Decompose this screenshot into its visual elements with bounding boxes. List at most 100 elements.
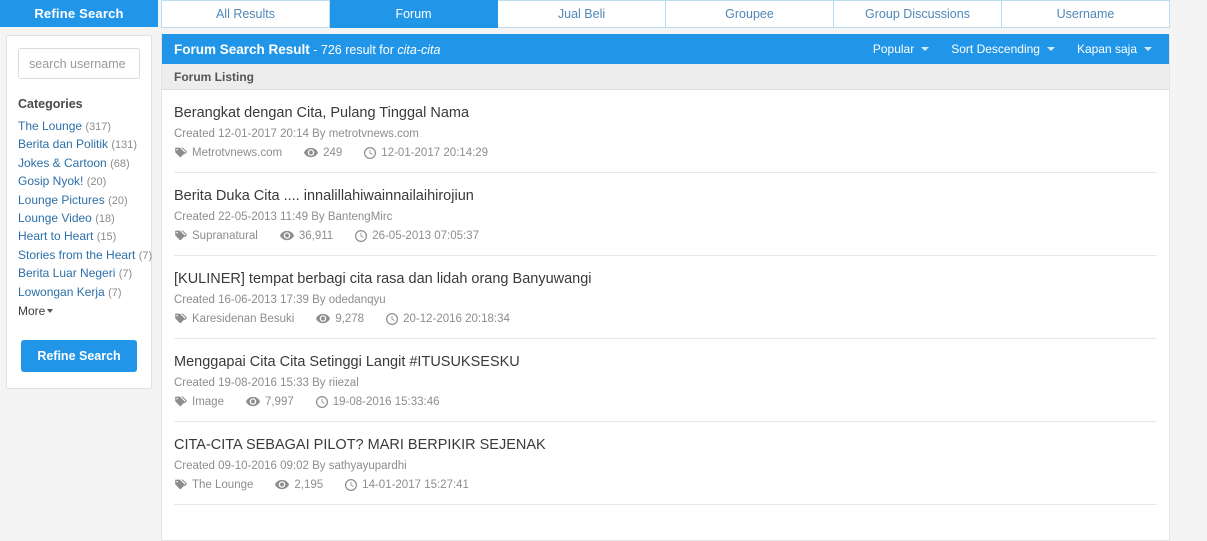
search-username-input[interactable] xyxy=(18,48,140,79)
category-link[interactable]: Gosip Nyok! xyxy=(18,174,83,188)
result-title[interactable]: CITA-CITA SEBAGAI PILOT? MARI BERPIKIR S… xyxy=(174,436,1157,455)
category-item[interactable]: Lounge Pictures (20) xyxy=(18,192,140,210)
clock-icon xyxy=(386,312,399,325)
eye-icon xyxy=(304,147,319,158)
eye-icon xyxy=(279,230,294,241)
tab-jual-beli[interactable]: Jual Beli xyxy=(498,0,666,28)
result-timestamp-value: 12-01-2017 20:14:29 xyxy=(381,146,489,159)
result-timestamp-value: 26-05-2013 07:05:37 xyxy=(372,229,479,242)
category-item[interactable]: The Lounge (317) xyxy=(18,118,140,136)
result-created: Created 16-06-2013 17:39 By odedanqyu xyxy=(174,294,386,306)
result-row[interactable]: Menggapai Cita Cita Setinggi Langit #ITU… xyxy=(174,339,1157,422)
result-row[interactable]: CITA-CITA SEBAGAI PILOT? MARI BERPIKIR S… xyxy=(174,422,1157,505)
result-views-count: 2,195 xyxy=(294,478,324,491)
result-tag[interactable]: Supranatural xyxy=(174,229,258,242)
results-panel: Forum Search Result - 726 result for cit… xyxy=(161,34,1170,541)
category-link[interactable]: Lounge Pictures xyxy=(18,193,105,207)
category-count: (68) xyxy=(110,157,130,170)
tab-all-results[interactable]: All Results xyxy=(161,0,330,28)
result-meta: Supranatural 36,911 26-05-2013 07:05:37 xyxy=(174,229,1157,242)
result-tag[interactable]: Metrotvnews.com xyxy=(174,146,282,159)
results-search-term: cita-cita xyxy=(397,42,441,57)
tag-icon xyxy=(175,479,187,490)
result-views: 249 xyxy=(304,146,342,159)
tab-username[interactable]: Username xyxy=(1002,0,1170,28)
category-item[interactable]: Heart to Heart (15) xyxy=(18,228,140,246)
category-item[interactable]: Lowongan Kerja (7) xyxy=(18,284,140,302)
result-tag-label: Supranatural xyxy=(192,229,258,242)
result-timestamp: 26-05-2013 07:05:37 xyxy=(355,229,479,242)
dropdown-popular[interactable]: Popular xyxy=(862,42,940,56)
result-tag-label: Image xyxy=(192,395,224,408)
result-tag[interactable]: Karesidenan Besuki xyxy=(174,312,294,325)
category-link[interactable]: Jokes & Cartoon xyxy=(18,156,107,170)
result-title[interactable]: Berita Duka Cita .... innalillahiwainnai… xyxy=(174,187,1157,206)
category-item[interactable]: Berita Luar Negeri (7) xyxy=(18,265,140,283)
category-link[interactable]: Lowongan Kerja xyxy=(18,285,105,299)
result-timestamp-value: 14-01-2017 15:27:41 xyxy=(362,478,469,491)
category-item[interactable]: Lounge Video (18) xyxy=(18,210,140,228)
dropdown-time-range-label: Kapan saja xyxy=(1076,42,1137,56)
category-item[interactable]: Gosip Nyok! (20) xyxy=(18,173,140,191)
category-count: (317) xyxy=(85,121,112,133)
clock-icon xyxy=(345,478,358,491)
tab-groupee[interactable]: Groupee xyxy=(666,0,834,28)
result-timestamp-value: 19-08-2016 15:33:46 xyxy=(332,395,440,408)
chevron-down-icon xyxy=(1046,47,1055,51)
category-item[interactable]: Berita dan Politik (131) xyxy=(18,136,140,154)
result-title[interactable]: Menggapai Cita Cita Setinggi Langit #ITU… xyxy=(174,353,1157,372)
eye-icon xyxy=(275,479,290,490)
tag-icon xyxy=(175,396,187,407)
results-header-bar: Forum Search Result - 726 result for cit… xyxy=(162,34,1169,64)
category-link[interactable]: Berita Luar Negeri xyxy=(18,266,115,280)
category-item[interactable]: Stories from the Heart (7) xyxy=(18,247,152,265)
result-row[interactable]: Berangkat dengan Cita, Pulang Tinggal Na… xyxy=(174,90,1157,173)
result-row[interactable]: [KULINER] tempat berbagi cita rasa dan l… xyxy=(174,256,1157,339)
category-link[interactable]: Heart to Heart xyxy=(18,229,93,243)
result-timestamp: 14-01-2017 15:27:41 xyxy=(345,478,469,491)
dropdown-time-range[interactable]: Kapan saja xyxy=(1066,42,1163,56)
result-meta: Karesidenan Besuki 9,278 20-12-2016 20:1… xyxy=(174,312,1157,325)
result-title[interactable]: [KULINER] tempat berbagi cita rasa dan l… xyxy=(174,270,1157,289)
results-list: Berangkat dengan Cita, Pulang Tinggal Na… xyxy=(162,90,1169,505)
tag-icon xyxy=(175,147,187,158)
forum-listing-bar: Forum Listing xyxy=(162,64,1169,90)
category-count: (7) xyxy=(138,249,153,262)
refine-search-button[interactable]: Refine Search xyxy=(21,340,137,373)
dropdown-sort-order[interactable]: Sort Descending xyxy=(940,42,1066,56)
result-views: 9,278 xyxy=(316,312,364,325)
result-views: 2,195 xyxy=(275,478,323,491)
result-created: Created 19-08-2016 15:33 By riiezal xyxy=(174,377,359,389)
category-item[interactable]: Jokes & Cartoon (68) xyxy=(18,155,140,173)
category-link[interactable]: Berita dan Politik xyxy=(18,137,108,151)
categories-heading: Categories xyxy=(18,97,83,111)
more-label[interactable]: More xyxy=(18,303,45,320)
result-views-count: 7,997 xyxy=(264,395,294,408)
eye-icon xyxy=(316,313,331,324)
result-timestamp-value: 20-12-2016 20:18:34 xyxy=(403,312,510,325)
clock-icon xyxy=(355,229,368,242)
result-created: Created 09-10-2016 09:02 By sathyayupard… xyxy=(174,460,407,472)
result-tag-label: The Lounge xyxy=(192,478,254,491)
category-link[interactable]: Stories from the Heart xyxy=(18,248,135,262)
category-count: (20) xyxy=(86,176,107,189)
result-timestamp: 20-12-2016 20:18:34 xyxy=(386,312,510,325)
result-meta: Metrotvnews.com 249 12-01-2017 20:14:29 xyxy=(174,146,1157,159)
result-created: Created 22-05-2013 11:49 By BantengMirc xyxy=(174,211,393,223)
sidebar-header: Refine Search xyxy=(0,0,158,27)
result-timestamp: 19-08-2016 15:33:46 xyxy=(315,395,440,408)
dropdown-sort-order-label: Sort Descending xyxy=(951,42,1040,56)
tab-group-discussions[interactable]: Group Discussions xyxy=(834,0,1002,28)
result-views-count: 36,911 xyxy=(298,229,334,242)
result-title[interactable]: Berangkat dengan Cita, Pulang Tinggal Na… xyxy=(174,104,1157,123)
results-summary: Forum Search Result - 726 result for cit… xyxy=(174,42,440,57)
search-results-page: Refine Search Categories The Lounge (317… xyxy=(0,0,1207,541)
result-tag[interactable]: Image xyxy=(174,395,224,408)
result-row[interactable]: Berita Duka Cita .... innalillahiwainnai… xyxy=(174,173,1157,256)
categories-list: The Lounge (317) Berita dan Politik (131… xyxy=(18,118,152,320)
category-link[interactable]: Lounge Video xyxy=(18,211,92,225)
categories-more-toggle[interactable]: More xyxy=(18,302,140,320)
category-link[interactable]: The Lounge xyxy=(18,119,82,133)
tab-forum[interactable]: Forum xyxy=(330,0,498,28)
result-tag[interactable]: The Lounge xyxy=(174,478,253,491)
